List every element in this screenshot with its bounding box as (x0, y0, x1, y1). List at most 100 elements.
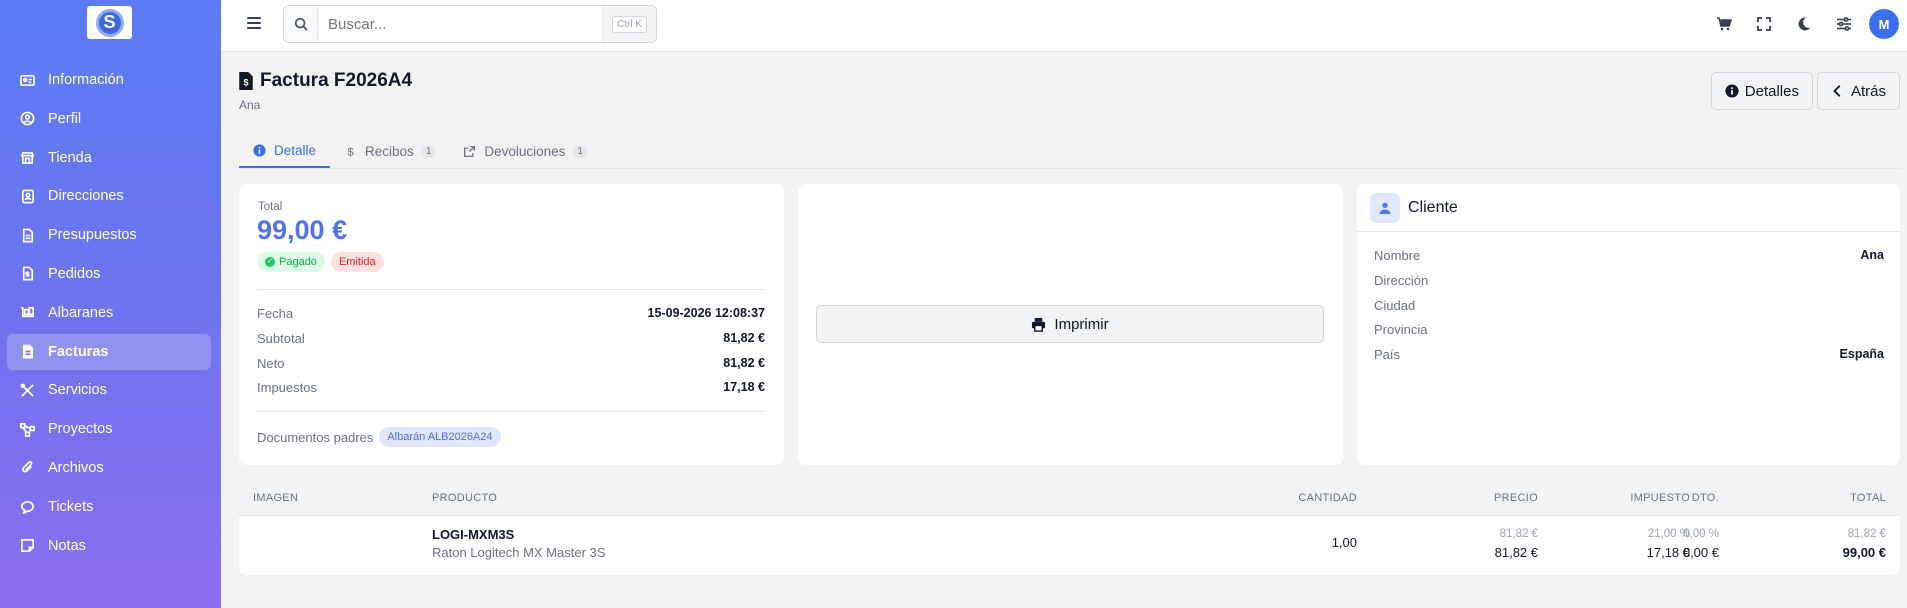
row-value: 81,82 € (723, 356, 765, 370)
column-header-qty: CANTIDAD (1298, 492, 1357, 504)
product-sku: LOGI-MXM3S (432, 527, 515, 542)
invoice-summary-card: Total 99,00 € ✓ Pagado Emitida Fecha 15-09… (239, 184, 784, 465)
column-header-tax: IMPUESTO (1630, 492, 1690, 504)
price-value: 81,82 € (1494, 545, 1538, 560)
dolly-icon (19, 305, 35, 321)
sidebar-item-label: Tickets (48, 498, 94, 515)
sliders-icon[interactable] (1824, 9, 1864, 39)
sidebar-item-facturas[interactable]: Facturas (7, 333, 211, 370)
sidebar-item-pedidos[interactable]: Pedidos (7, 256, 211, 292)
tab-label: Detalle (274, 143, 317, 158)
row-key: Neto (257, 356, 285, 371)
page-subtitle: Ana (239, 98, 261, 112)
parent-doc-link[interactable]: Albarán ALB2026A24 (379, 427, 501, 447)
back-button-label: Atrás (1850, 82, 1886, 100)
file-dollar-icon (19, 266, 35, 282)
share-square-icon (464, 145, 476, 158)
row-value: Ana (1860, 248, 1884, 262)
user-circle-icon (19, 111, 35, 127)
sidebar-item-label: Proyectos (48, 421, 113, 438)
moon-icon[interactable] (1784, 9, 1824, 39)
column-header-image: IMAGEN (253, 492, 299, 504)
row-key: Impuestos (257, 380, 317, 395)
price-base: 81,82 € (1499, 528, 1538, 540)
id-card-icon (19, 72, 35, 88)
divider (257, 289, 765, 290)
tab-detalle[interactable]: Detalle (239, 135, 331, 168)
tab-devoluciones[interactable]: Devoluciones 1 (449, 135, 601, 168)
sidebar-item-label: Notas (48, 537, 86, 554)
sidebar-item-label: Direcciones (48, 188, 124, 205)
file-invoice-icon (19, 344, 35, 360)
sidebar-item-proyectos[interactable]: Proyectos (7, 411, 211, 447)
header-actions: Detalles Atrás (1710, 72, 1900, 110)
table-row[interactable]: LOGI-MXM3S Raton Logitech MX Master 3S 1… (239, 516, 1900, 575)
search-icon (284, 6, 318, 42)
row-value: España (1839, 347, 1884, 361)
tools-icon (19, 382, 35, 398)
status-badge-issued: Emitida (330, 252, 384, 272)
tab-recibos[interactable]: $ Recibos 1 (330, 135, 449, 168)
client-card-title: Cliente (1408, 198, 1458, 216)
table-header: IMAGEN PRODUCTO CANTIDAD PRECIO DTO. IMP… (239, 479, 1900, 516)
page-title: $ Factura F2026A4 (239, 70, 412, 92)
row-key: Dirección (1374, 273, 1429, 288)
client-card-header: Cliente (1357, 184, 1900, 232)
fullscreen-icon[interactable] (1744, 9, 1784, 39)
shortcut-label: Ctrl K (612, 15, 647, 33)
diagram-icon (19, 421, 35, 437)
sidebar-item-label: Servicios (48, 382, 107, 399)
client-row-provincia: Provincia (1374, 322, 1884, 337)
page-header: $ Factura F2026A4 Ana (239, 70, 412, 112)
svg-text:$: $ (243, 78, 248, 88)
sidebar-item-servicios[interactable]: Servicios (7, 372, 211, 408)
details-button[interactable]: Detalles (1710, 72, 1813, 110)
summary-row-subtotal: Subtotal 81,82 € (257, 331, 765, 346)
dollar-icon: $ (347, 147, 354, 158)
app-logo[interactable]: S (87, 6, 132, 39)
sidebar-item-archivos[interactable]: Archivos (7, 450, 211, 486)
sidebar-item-notas[interactable]: Notas (7, 528, 211, 564)
sidebar-item-tienda[interactable]: Tienda (7, 140, 211, 176)
file-invoice-dollar-icon: $ (239, 72, 253, 90)
quantity-value: 1,00 (1331, 535, 1357, 550)
back-button[interactable]: Atrás (1816, 72, 1900, 110)
column-header-price: PRECIO (1494, 492, 1538, 504)
summary-row-fecha: Fecha 15-09-2026 12:08:37 (257, 306, 765, 321)
column-header-product: PRODUCTO (432, 492, 498, 504)
sidebar-item-label: Albaranes (48, 304, 114, 321)
client-row-pais: País España (1374, 347, 1884, 362)
sidebar-item-direcciones[interactable]: Direcciones (7, 178, 211, 214)
row-key: País (1374, 347, 1401, 362)
parent-documents: Documentos padres Albarán ALB2026A24 (257, 427, 501, 447)
search-input[interactable] (318, 6, 602, 42)
page-title-text: Factura F2026A4 (260, 70, 413, 91)
cart-icon[interactable] (1704, 9, 1744, 39)
logo-mark: S (95, 8, 124, 37)
badge-paid-label: Pagado (279, 256, 317, 268)
search-box: Ctrl K (283, 5, 657, 43)
row-value: 15-09-2026 12:08:37 (647, 306, 765, 320)
sidebar-item-label: Perfil (48, 110, 82, 127)
avatar[interactable]: M (1869, 9, 1899, 39)
tab-count-badge: 1 (573, 145, 587, 158)
sidebar-item-label: Facturas (48, 343, 109, 360)
sidebar-item-label: Archivos (48, 459, 104, 476)
sidebar-item-informacion[interactable]: Información (7, 62, 211, 98)
sidebar-item-perfil[interactable]: Perfil (7, 101, 211, 137)
sidebar-item-tickets[interactable]: Tickets (7, 489, 211, 525)
sidebar-item-albaranes[interactable]: Albaranes (7, 295, 211, 331)
client-row-nombre: Nombre Ana (1374, 248, 1884, 263)
tax-percent: 21,00 % (1647, 528, 1690, 540)
details-button-label: Detalles (1744, 82, 1799, 100)
sidebar-item-presupuestos[interactable]: Presupuestos (7, 217, 211, 253)
menu-icon[interactable] (247, 17, 261, 29)
invoice-lines-table: IMAGEN PRODUCTO CANTIDAD PRECIO DTO. IMP… (239, 479, 1900, 575)
status-badge-paid: ✓ Pagado (257, 252, 325, 272)
sidebar: S Información Perfil Tienda Direcciones … (0, 0, 221, 608)
note-icon (19, 538, 35, 554)
row-key: Provincia (1374, 322, 1428, 337)
status-badges: ✓ Pagado Emitida (257, 252, 384, 272)
column-header-discount: DTO. (1691, 492, 1719, 504)
print-button[interactable]: Imprimir (816, 305, 1324, 343)
